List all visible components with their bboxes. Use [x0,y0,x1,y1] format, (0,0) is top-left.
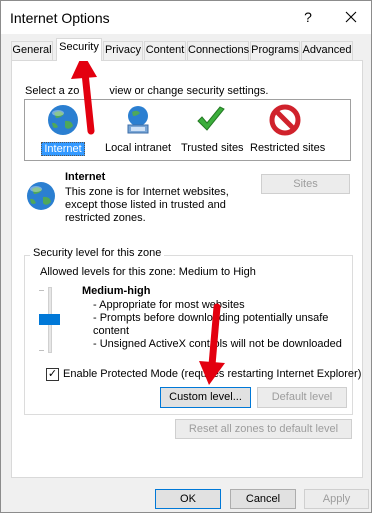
tab-programs[interactable]: Programs [250,41,300,60]
tab-general[interactable]: General [11,41,53,60]
internet-options-dialog: Internet Options ? General Security Priv… [0,0,372,513]
level-bullet: content [93,325,130,337]
slider-tick [39,350,44,351]
zone-hint: Select a zo view or change security setti… [25,85,268,97]
reset-all-zones-button[interactable]: Reset all zones to default level [175,419,352,439]
annotation-arrow-up [71,53,97,135]
close-button[interactable] [337,6,365,28]
window-title: Internet Options [10,10,110,26]
allowed-levels-text: Allowed levels for this zone: Medium to … [40,266,256,278]
level-name: Medium-high [82,285,151,297]
zone-local-intranet-label: Local intranet [104,142,172,154]
security-level-slider-thumb[interactable] [39,314,60,325]
slider-tick [39,290,44,291]
close-icon [345,11,357,23]
tab-security[interactable]: Security [56,38,102,61]
custom-level-button[interactable]: Custom level... [160,387,251,408]
zone-local-intranet[interactable]: Local intranet [102,103,174,154]
protected-mode-checkbox[interactable]: ✓ [46,368,59,381]
ok-button[interactable]: OK [155,489,221,509]
apply-button[interactable]: Apply [304,489,369,509]
zone-description: This zone is for Internet websites, exce… [65,186,229,224]
checkmark-icon [197,106,225,131]
default-level-button[interactable]: Default level [257,387,347,408]
title-bar[interactable]: Internet Options ? [1,1,371,34]
intranet-icon [127,106,149,134]
zone-title: Internet [65,171,106,183]
zone-internet-label: Internet [41,142,85,156]
globe-icon [27,182,55,210]
tab-connections[interactable]: Connections [187,41,249,60]
cancel-button[interactable]: Cancel [230,489,296,509]
zone-hint-end: view or change security settings. [109,85,269,97]
restricted-icon [269,104,301,136]
tab-content[interactable]: Content [144,41,186,60]
zone-trusted-sites-label: Trusted sites [181,142,244,154]
tab-advanced[interactable]: Advanced [301,41,353,60]
zone-trusted-sites[interactable]: Trusted sites [179,103,244,154]
security-level-legend: Security level for this zone [30,247,165,259]
zone-restricted-sites-label: Restricted sites [250,142,326,154]
sites-button[interactable]: Sites [261,174,350,194]
help-button[interactable]: ? [297,6,319,28]
annotation-arrow-down [199,303,225,385]
zone-restricted-sites[interactable]: Restricted sites [248,103,325,154]
